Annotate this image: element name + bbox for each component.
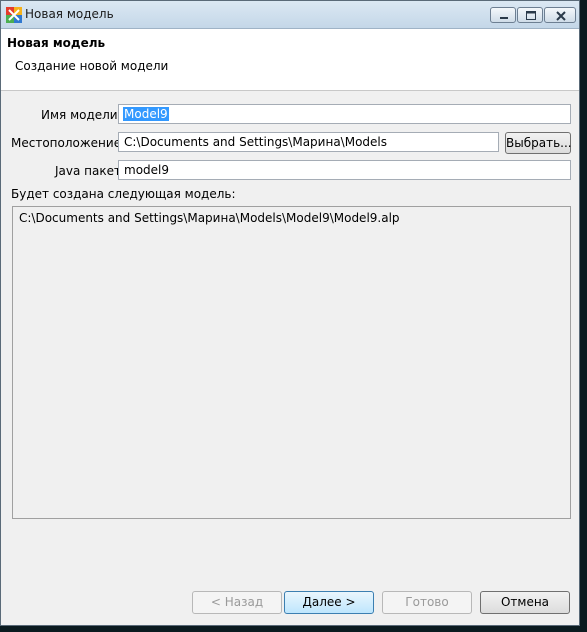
model-name-label: Имя модели:	[41, 108, 122, 122]
model-name-value: Model9	[123, 107, 169, 121]
finish-button[interactable]: Готово	[382, 591, 472, 614]
location-label: Местоположение:	[11, 136, 126, 150]
maximize-button[interactable]	[517, 7, 543, 23]
model-name-input[interactable]: Model9	[118, 104, 571, 124]
cancel-button[interactable]: Отмена	[480, 591, 570, 614]
java-package-label: Java пакет:	[55, 164, 126, 178]
browse-button[interactable]: Выбрать...	[505, 132, 572, 154]
banner-subtitle: Создание новой модели	[15, 59, 169, 73]
minimize-button[interactable]	[490, 7, 516, 23]
window-title: Новая модель	[25, 7, 114, 21]
result-path: C:\Documents and Settings\Марина\Models\…	[19, 211, 400, 225]
minimize-icon	[500, 17, 508, 19]
new-model-dialog: Новая модель Новая модель Создание новой…	[0, 0, 580, 626]
close-button[interactable]	[544, 7, 576, 23]
back-button[interactable]: < Назад	[192, 591, 282, 614]
close-icon	[556, 11, 566, 21]
maximize-icon	[526, 11, 536, 20]
app-icon	[6, 7, 22, 23]
java-package-input[interactable]: model9	[118, 160, 571, 180]
result-preview-box: C:\Documents and Settings\Марина\Models\…	[12, 206, 571, 519]
title-bar[interactable]: Новая модель	[1, 1, 579, 29]
next-button[interactable]: Далее >	[284, 591, 374, 614]
header-banner: Новая модель Создание новой модели	[1, 29, 579, 91]
location-input[interactable]: C:\Documents and Settings\Марина\Models	[118, 132, 499, 152]
result-label: Будет создана следующая модель:	[11, 187, 236, 201]
banner-title: Новая модель	[7, 36, 106, 50]
desktop-background	[0, 626, 587, 632]
